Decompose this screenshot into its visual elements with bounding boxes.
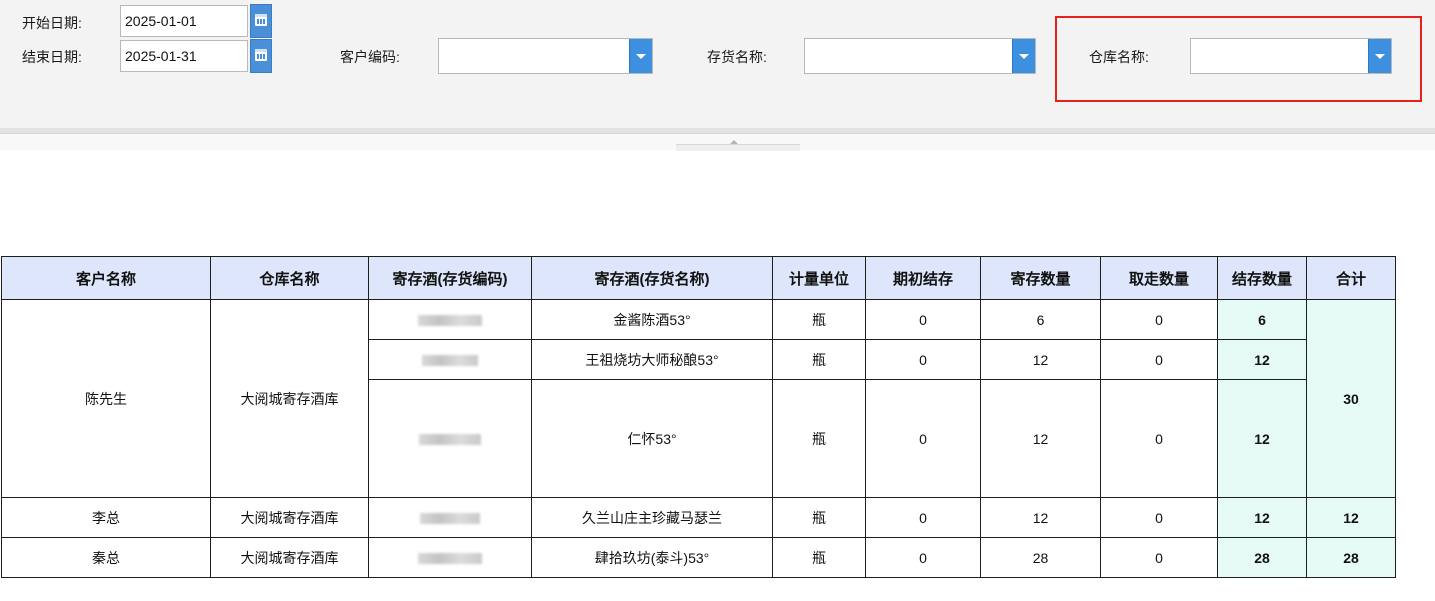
start-date-label: 开始日期: xyxy=(22,15,82,31)
start-date-field[interactable]: 2025-01-01 xyxy=(120,5,248,37)
balance-cell: 12 xyxy=(1217,379,1307,498)
deposit-cell: 12 xyxy=(980,497,1101,538)
column-header-total[interactable]: 合计 xyxy=(1306,256,1396,300)
calendar-icon xyxy=(255,14,267,26)
opening-cell: 0 xyxy=(865,537,981,578)
customer-cell: 李总 xyxy=(1,497,211,538)
item-name-cell: 肆拾玖坊(泰斗)53° xyxy=(531,537,773,578)
item-code-cell xyxy=(368,339,532,380)
deposit-cell: 28 xyxy=(980,537,1101,578)
table-header-row: 客户名称 仓库名称 寄存酒(存货编码) 寄存酒(存货名称) 计量单位 期初结存 … xyxy=(1,256,1396,300)
warehouse-cell: 大阅城寄存酒库 xyxy=(210,497,369,538)
balance-cell: 28 xyxy=(1217,537,1307,578)
customer-code-label: 客户编码: xyxy=(340,49,400,65)
start-date-picker-button[interactable] xyxy=(250,4,272,38)
calendar-icon xyxy=(255,49,267,61)
taken-cell: 0 xyxy=(1100,537,1218,578)
taken-cell: 0 xyxy=(1100,379,1218,498)
unit-cell: 瓶 xyxy=(772,299,866,340)
deposit-cell: 12 xyxy=(980,379,1101,498)
balance-cell: 12 xyxy=(1217,497,1307,538)
unit-cell: 瓶 xyxy=(772,339,866,380)
redacted-code xyxy=(418,315,482,327)
opening-cell: 0 xyxy=(865,379,981,498)
item-name-cell: 金酱陈酒53° xyxy=(531,299,773,340)
item-code-cell xyxy=(368,537,532,578)
filter-toolbar: 开始日期: 2025-01-01 结束日期: 2025-01-31 客户编码: … xyxy=(0,0,1435,128)
end-date-field[interactable]: 2025-01-31 xyxy=(120,40,248,72)
item-name-cell: 久兰山庄主珍藏马瑟兰 xyxy=(531,497,773,538)
balance-cell: 6 xyxy=(1217,299,1307,340)
chevron-up-icon xyxy=(730,140,738,144)
column-header-warehouse[interactable]: 仓库名称 xyxy=(210,256,369,300)
total-cell: 30 xyxy=(1306,299,1396,498)
opening-cell: 0 xyxy=(865,299,981,340)
taken-cell: 0 xyxy=(1100,339,1218,380)
column-header-taken[interactable]: 取走数量 xyxy=(1100,256,1218,300)
customer-cell: 陈先生 xyxy=(1,299,211,498)
warehouse-cell: 大阅城寄存酒库 xyxy=(210,537,369,578)
item-code-cell xyxy=(368,379,532,498)
taken-cell: 0 xyxy=(1100,299,1218,340)
total-cell: 12 xyxy=(1306,497,1396,538)
redacted-code xyxy=(422,355,478,367)
total-cell: 28 xyxy=(1306,537,1396,578)
unit-cell: 瓶 xyxy=(772,379,866,498)
warehouse-cell: 大阅城寄存酒库 xyxy=(210,299,369,498)
column-header-item-name[interactable]: 寄存酒(存货名称) xyxy=(531,256,773,300)
table-row[interactable]: 陈先生 大阅城寄存酒库 金酱陈酒53° 瓶 0 6 0 6 30 xyxy=(1,299,1396,498)
item-code-cell xyxy=(368,299,532,340)
opening-cell: 0 xyxy=(865,497,981,538)
item-name-label: 存货名称: xyxy=(707,49,767,65)
collapse-grip[interactable] xyxy=(676,140,800,151)
column-header-deposit[interactable]: 寄存数量 xyxy=(980,256,1101,300)
column-header-unit[interactable]: 计量单位 xyxy=(772,256,866,300)
customer-code-select[interactable] xyxy=(438,38,653,74)
table-row[interactable]: 李总 大阅城寄存酒库 久兰山庄主珍藏马瑟兰 瓶 0 12 0 12 12 xyxy=(1,497,1396,538)
end-date-picker-button[interactable] xyxy=(250,39,272,73)
opening-cell: 0 xyxy=(865,339,981,380)
item-code-cell xyxy=(368,497,532,538)
inventory-table: 客户名称 仓库名称 寄存酒(存货编码) 寄存酒(存货名称) 计量单位 期初结存 … xyxy=(1,256,1396,578)
unit-cell: 瓶 xyxy=(772,537,866,578)
redacted-code xyxy=(418,553,482,565)
column-header-balance[interactable]: 结存数量 xyxy=(1217,256,1307,300)
redacted-code xyxy=(420,513,480,525)
item-name-select[interactable] xyxy=(804,38,1036,74)
customer-cell: 秦总 xyxy=(1,537,211,578)
end-date-label: 结束日期: xyxy=(22,49,82,65)
column-header-customer[interactable]: 客户名称 xyxy=(1,256,211,300)
deposit-cell: 12 xyxy=(980,339,1101,380)
taken-cell: 0 xyxy=(1100,497,1218,538)
balance-cell: 12 xyxy=(1217,339,1307,380)
item-name-cell: 王祖烧坊大师秘酿53° xyxy=(531,339,773,380)
table-row[interactable]: 秦总 大阅城寄存酒库 肆拾玖坊(泰斗)53° 瓶 0 28 0 28 28 xyxy=(1,537,1396,578)
chevron-down-icon[interactable] xyxy=(629,39,652,73)
column-header-opening[interactable]: 期初结存 xyxy=(865,256,981,300)
chevron-down-icon[interactable] xyxy=(1012,39,1035,73)
column-header-item-code[interactable]: 寄存酒(存货编码) xyxy=(368,256,532,300)
annotation-highlight-box xyxy=(1055,16,1422,102)
redacted-code xyxy=(419,434,481,446)
deposit-cell: 6 xyxy=(980,299,1101,340)
unit-cell: 瓶 xyxy=(772,497,866,538)
item-name-cell: 仁怀53° xyxy=(531,379,773,498)
